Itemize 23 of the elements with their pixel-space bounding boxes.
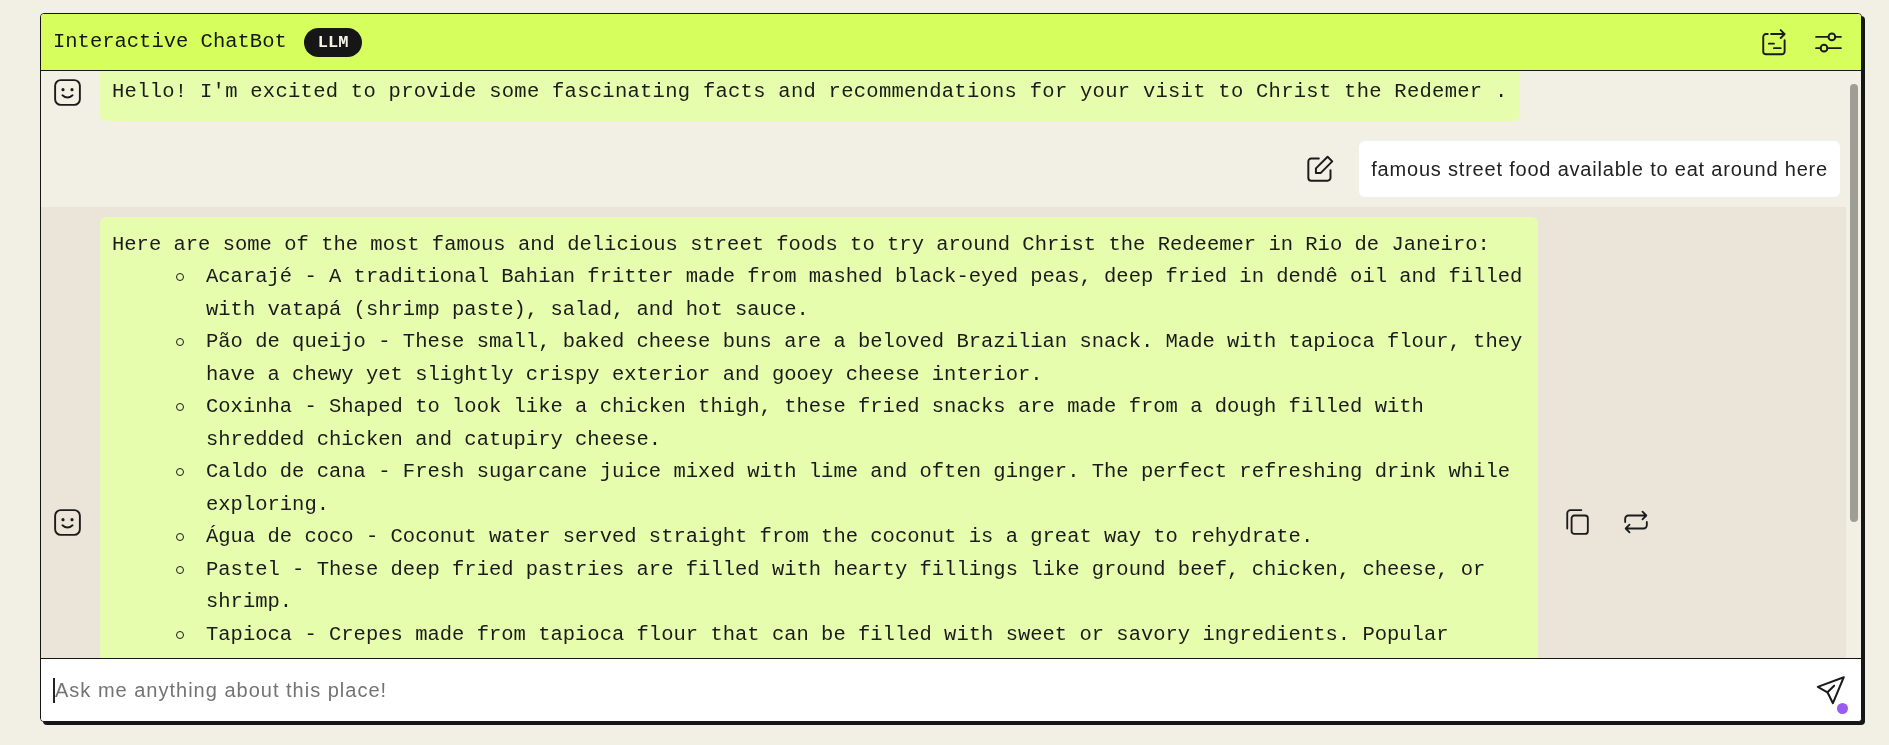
list-item: Coxinha - Shaped to look like a chicken thigh, these fried snacks are made from a dough filled with shredded chicken and catupiry cheese. xyxy=(206,394,1425,453)
send-icon[interactable] xyxy=(1816,676,1845,705)
chat-input-field[interactable]: Ask me anything about this place! xyxy=(41,658,1861,721)
smiley-face-icon xyxy=(54,508,81,536)
status-dot-icon xyxy=(1837,703,1848,714)
copy-icon[interactable] xyxy=(1564,508,1590,535)
box-arrow-icon[interactable] xyxy=(1761,28,1788,56)
list-item: Tapioca - Crepes made from tapioca flour that can be filled with sweet or savory ingredients. Popular xyxy=(206,621,1449,648)
repeat-icon[interactable] xyxy=(1623,508,1649,535)
list-item: Caldo de cana - Fresh sugarcane juice mixed with lime and often ginger. The perfect refreshing drink while exploring. xyxy=(206,459,1511,518)
smiley-face-icon xyxy=(54,79,81,106)
user-message: famous street food available to eat around here xyxy=(1359,140,1840,197)
list-item: Água de coco - Coconut water served straight from the coconut is a great way to rehydrate. xyxy=(206,524,1314,550)
edit-icon[interactable] xyxy=(1306,154,1335,183)
message-input[interactable]: Ask me anything about this place! xyxy=(55,670,1816,711)
scrollbar-thumb[interactable] xyxy=(1850,84,1858,522)
message-text: Here are some of the most famous and delicious street foods to try around Christ the Redeemer in Rio de Janeiro: xyxy=(112,231,1491,258)
bot-message: Hello! I'm excited to provide some fascinating facts and recommendations for your visit to Christ the Redemer . xyxy=(100,71,1520,121)
list-item: Acarajé - A traditional Bahian fritter made from mashed black-eyed peas, deep fried in dendê oil and filled with vatapá (shrimp paste), salad, and hot sauce. xyxy=(206,264,1524,323)
chat-title: Interactive ChatBot xyxy=(53,28,287,55)
list-item: Pastel - These deep fried pastries are filled with hearty fillings like ground beef, chicken, cheese, or shrimp. xyxy=(206,556,1487,615)
list-item: Pão de queijo - These small, baked cheese buns are a beloved Brazilian snack. Made with tapioca flour, they have a chewy yet slightly crispy exterior and gooey cheese interior. xyxy=(206,329,1524,388)
model-badge: LLM xyxy=(303,27,363,57)
